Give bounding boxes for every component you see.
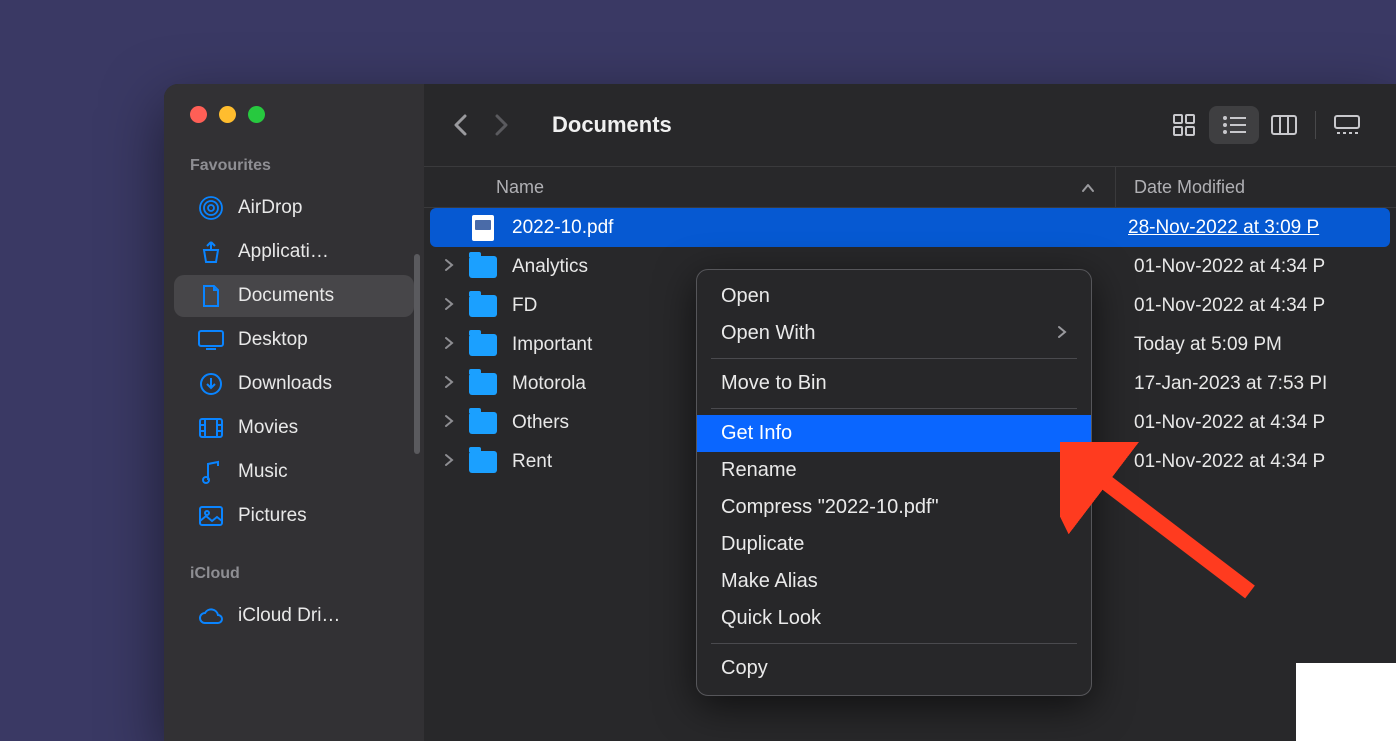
file-date-modified: 01-Nov-2022 at 4:34 P [1116, 295, 1396, 317]
menu-item-label: Open [721, 285, 770, 308]
menu-item[interactable]: Get Info [697, 415, 1091, 452]
folder-icon [468, 411, 498, 435]
fullscreen-window-button[interactable] [248, 106, 265, 123]
menu-item[interactable]: Compress "2022-10.pdf" [697, 489, 1091, 526]
sidebar-item-movies[interactable]: Movies [174, 407, 414, 449]
menu-item-label: Make Alias [721, 570, 818, 593]
folder-icon [468, 450, 498, 474]
column-view-button[interactable] [1259, 106, 1309, 144]
window-traffic-lights [164, 106, 424, 123]
sidebar-item-airdrop[interactable]: AirDrop [174, 187, 414, 229]
file-date-modified: Today at 5:09 PM [1116, 334, 1396, 356]
disclosure-chevron-icon[interactable] [444, 451, 468, 473]
desktop-icon [198, 327, 224, 353]
chevron-right-icon [1057, 322, 1067, 345]
menu-item-label: Quick Look [721, 607, 821, 630]
disclosure-chevron-icon[interactable] [444, 295, 468, 317]
menu-item[interactable]: Rename [697, 452, 1091, 489]
pictures-icon [198, 503, 224, 529]
menu-item-label: Rename [721, 459, 797, 482]
column-header-date[interactable]: Date Modified [1116, 177, 1396, 198]
sidebar-item-label: iCloud Dri… [238, 605, 340, 627]
menu-item-label: Open With [721, 322, 815, 345]
file-date-modified: 28-Nov-2022 at 3:09 P [1110, 217, 1390, 239]
sidebar-item-label: Desktop [238, 329, 308, 351]
view-controls [1159, 106, 1372, 144]
sidebar-section-header: Favourites [164, 157, 424, 185]
sidebar-item-desktop[interactable]: Desktop [174, 319, 414, 361]
menu-item[interactable]: Copy [697, 650, 1091, 687]
column-header-name[interactable]: Name [496, 177, 1081, 198]
file-date-modified: 01-Nov-2022 at 4:34 P [1116, 451, 1396, 473]
sidebar-scrollbar[interactable] [414, 254, 420, 454]
music-icon [198, 459, 224, 485]
menu-item-label: Compress "2022-10.pdf" [721, 496, 939, 519]
menu-item-label: Get Info [721, 422, 792, 445]
white-corner-block [1296, 663, 1396, 741]
menu-item[interactable]: Move to Bin [697, 365, 1091, 402]
menu-item-label: Move to Bin [721, 372, 827, 395]
column-header-row: Name Date Modified [424, 166, 1396, 208]
menu-item-label: Duplicate [721, 533, 804, 556]
file-date-modified: 01-Nov-2022 at 4:34 P [1116, 412, 1396, 434]
applications-icon [198, 239, 224, 265]
folder-icon [468, 294, 498, 318]
sidebar-item-document[interactable]: Documents [174, 275, 414, 317]
sidebar-section-header: iCloud [164, 565, 424, 593]
file-name: 2022-10.pdf [512, 217, 1110, 239]
file-row[interactable]: 2022-10.pdf28-Nov-2022 at 3:09 P [430, 208, 1390, 247]
disclosure-chevron-icon[interactable] [444, 412, 468, 434]
back-button[interactable] [448, 113, 472, 137]
sidebar-item-label: Applicati… [238, 241, 329, 263]
sidebar: Favourites AirDrop Applicati… Documents Desk… [164, 84, 424, 741]
sidebar-item-label: Music [238, 461, 288, 483]
column-date-label: Date Modified [1134, 177, 1245, 197]
file-date-modified: 01-Nov-2022 at 4:34 P [1116, 256, 1396, 278]
folder-icon [468, 333, 498, 357]
disclosure-chevron-icon[interactable] [444, 334, 468, 356]
context-menu: Open Open With Move to Bin Get Info Rename Co… [696, 269, 1092, 696]
disclosure-chevron-icon[interactable] [444, 373, 468, 395]
list-view-button[interactable] [1209, 106, 1259, 144]
forward-button[interactable] [490, 113, 514, 137]
sidebar-item-icloud[interactable]: iCloud Dri… [174, 595, 414, 637]
menu-item[interactable]: Open With [697, 315, 1091, 352]
view-separator [1315, 111, 1316, 139]
menu-separator [711, 408, 1077, 409]
menu-separator [711, 358, 1077, 359]
downloads-icon [198, 371, 224, 397]
menu-item[interactable]: Make Alias [697, 563, 1091, 600]
icloud-icon [198, 603, 224, 629]
sidebar-item-pictures[interactable]: Pictures [174, 495, 414, 537]
movies-icon [198, 415, 224, 441]
sidebar-item-label: AirDrop [238, 197, 302, 219]
disclosure-chevron-icon[interactable] [444, 256, 468, 278]
menu-item[interactable]: Duplicate [697, 526, 1091, 563]
gallery-view-button[interactable] [1322, 106, 1372, 144]
menu-item[interactable]: Quick Look [697, 600, 1091, 637]
close-window-button[interactable] [190, 106, 207, 123]
file-date-modified: 17-Jan-2023 at 7:53 PI [1116, 373, 1396, 395]
minimize-window-button[interactable] [219, 106, 236, 123]
sidebar-item-label: Documents [238, 285, 334, 307]
menu-separator [711, 643, 1077, 644]
airdrop-icon [198, 195, 224, 221]
icon-view-button[interactable] [1159, 106, 1209, 144]
sort-indicator-icon[interactable] [1081, 177, 1095, 198]
menu-item-label: Copy [721, 657, 768, 680]
menu-item[interactable]: Open [697, 278, 1091, 315]
sidebar-item-music[interactable]: Music [174, 451, 414, 493]
toolbar: Documents [424, 84, 1396, 166]
document-icon [198, 283, 224, 309]
sidebar-item-label: Pictures [238, 505, 307, 527]
window-title: Documents [552, 112, 672, 138]
pdf-file-icon [468, 216, 498, 240]
column-name-label: Name [496, 177, 544, 198]
sidebar-item-label: Movies [238, 417, 298, 439]
folder-icon [468, 372, 498, 396]
folder-icon [468, 255, 498, 279]
sidebar-item-downloads[interactable]: Downloads [174, 363, 414, 405]
sidebar-item-label: Downloads [238, 373, 332, 395]
sidebar-item-applications[interactable]: Applicati… [174, 231, 414, 273]
